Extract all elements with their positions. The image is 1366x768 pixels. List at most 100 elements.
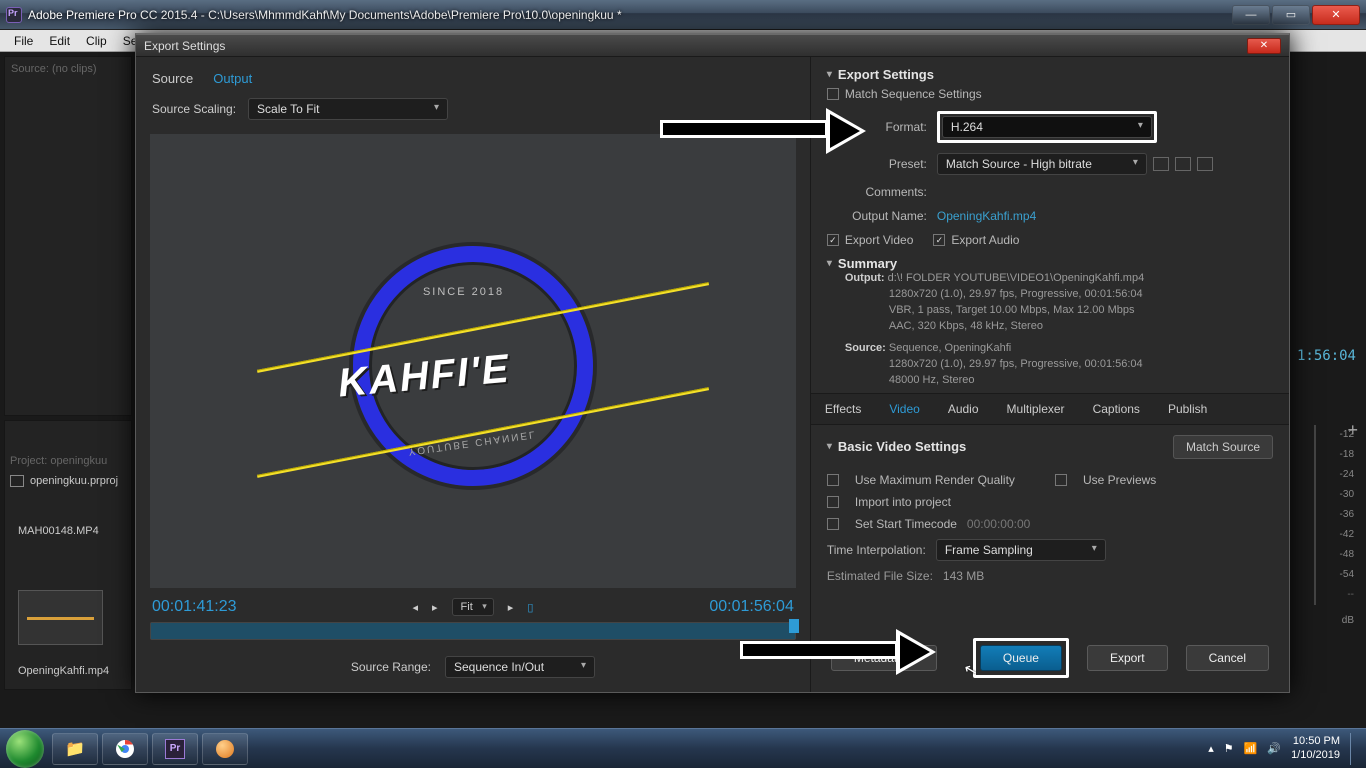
tab-multiplexer[interactable]: Multiplexer: [993, 394, 1079, 424]
zoom-fit-value: Fit: [461, 601, 473, 613]
source-range-value: Sequence In/Out: [454, 660, 544, 674]
sequence-duration: 1:56:04: [1297, 348, 1356, 364]
db-tick: -24: [1314, 465, 1354, 485]
basic-video-header[interactable]: Basic Video Settings: [827, 439, 966, 454]
use-previews-checkbox[interactable]: [1055, 474, 1067, 486]
summary-block: Output: d:\! FOLDER YOUTUBE\VIDEO1\Openi…: [827, 271, 1273, 389]
source-range-dropdown[interactable]: Sequence In/Out: [445, 656, 595, 678]
export-video-checkbox[interactable]: ✓: [827, 234, 839, 246]
dialog-titlebar[interactable]: Export Settings ✕: [136, 35, 1289, 57]
tray-chevron-icon[interactable]: ▴: [1208, 742, 1214, 755]
import-project-checkbox[interactable]: [827, 496, 839, 508]
tab-source[interactable]: Source: [152, 71, 193, 86]
step-back-icon[interactable]: ◂: [412, 601, 418, 614]
import-project-label: Import into project: [855, 495, 951, 509]
play-icon[interactable]: ▸: [432, 601, 438, 614]
match-source-button[interactable]: Match Source: [1173, 435, 1273, 459]
window-close-button[interactable]: ✕: [1312, 5, 1360, 25]
window-maximize-button[interactable]: ▭: [1272, 5, 1310, 25]
taskbar-media-icon[interactable]: [202, 733, 248, 765]
tray-time: 10:50 PM: [1291, 735, 1340, 748]
max-render-label: Use Maximum Render Quality: [855, 473, 1015, 487]
audio-meter: -12 -18 -24 -30 -36 -42 -48 -54 -- dB: [1314, 425, 1354, 631]
window-minimize-button[interactable]: —: [1232, 5, 1270, 25]
delete-preset-icon[interactable]: [1197, 157, 1213, 171]
save-preset-icon[interactable]: [1153, 157, 1169, 171]
window-titlebar: Adobe Premiere Pro CC 2015.4 - C:\Users\…: [0, 0, 1366, 30]
tab-publish[interactable]: Publish: [1154, 394, 1221, 424]
format-label: Format:: [827, 120, 927, 134]
interpolation-label: Time Interpolation:: [827, 543, 926, 557]
summary-header-text: Summary: [838, 256, 897, 271]
max-render-checkbox[interactable]: [827, 474, 839, 486]
export-settings-header-text: Export Settings: [838, 67, 934, 82]
windows-taskbar: 📁 Pr ▴ ⚑ 📶 🔊 10:50 PM 1/10/2019: [0, 728, 1366, 768]
zoom-fit-dropdown[interactable]: Fit: [452, 598, 494, 616]
format-dropdown[interactable]: H.264: [942, 116, 1152, 138]
tray-volume-icon[interactable]: 🔊: [1267, 742, 1281, 755]
start-button[interactable]: [6, 730, 44, 768]
output-name-link[interactable]: OpeningKahfi.mp4: [937, 209, 1036, 223]
project-clip-1[interactable]: MAH00148.MP4: [18, 525, 99, 537]
dialog-title: Export Settings: [144, 39, 225, 53]
format-highlight-annotation: H.264: [937, 111, 1157, 143]
crop-icon[interactable]: ▯: [527, 601, 533, 614]
settings-tab-strip: Effects Video Audio Multiplexer Captions…: [811, 393, 1289, 425]
start-tc-checkbox[interactable]: [827, 518, 839, 530]
preview-timeline[interactable]: [150, 622, 796, 640]
tray-flag-icon[interactable]: ⚑: [1224, 742, 1234, 755]
source-scaling-dropdown[interactable]: Scale To Fit: [248, 98, 448, 120]
cancel-button[interactable]: Cancel: [1186, 645, 1269, 671]
tray-date: 1/10/2019: [1291, 749, 1340, 762]
interpolation-dropdown[interactable]: Frame Sampling: [936, 539, 1106, 561]
project-file-name[interactable]: openingkuu.prproj: [30, 475, 118, 487]
estimated-size-value: 143 MB: [943, 569, 984, 583]
basic-video-header-text: Basic Video Settings: [838, 439, 966, 454]
tab-effects[interactable]: Effects: [811, 394, 875, 424]
taskbar-chrome-icon[interactable]: [102, 733, 148, 765]
menu-clip[interactable]: Clip: [78, 34, 115, 48]
db-tick: -54: [1314, 565, 1354, 585]
show-desktop-button[interactable]: [1350, 733, 1358, 765]
export-audio-checkbox[interactable]: ✓: [933, 234, 945, 246]
tab-output[interactable]: Output: [213, 71, 252, 86]
menu-edit[interactable]: Edit: [41, 34, 78, 48]
menu-file[interactable]: File: [6, 34, 41, 48]
export-settings-header[interactable]: Export Settings: [827, 67, 1273, 82]
db-tick: -48: [1314, 545, 1354, 565]
preview-monitor: SINCE 2018 KAHFI'E YOUTUBE CHANNEL: [150, 134, 796, 588]
source-panel: Source: (no clips): [4, 56, 132, 416]
tray-clock[interactable]: 10:50 PM 1/10/2019: [1291, 735, 1340, 761]
match-sequence-checkbox[interactable]: [827, 88, 839, 100]
project-panel-label: Project: openingkuu: [10, 455, 107, 467]
db-tick: --: [1314, 585, 1354, 605]
import-preset-icon[interactable]: [1175, 157, 1191, 171]
taskbar-premiere-icon[interactable]: Pr: [152, 733, 198, 765]
tray-network-icon[interactable]: 📶: [1244, 742, 1258, 755]
metadata-button[interactable]: Metadata...: [831, 645, 937, 671]
format-value: H.264: [951, 120, 983, 134]
start-tc-value[interactable]: 00:00:00:00: [967, 517, 1030, 531]
project-clip-2[interactable]: OpeningKahfi.mp4: [18, 665, 109, 677]
export-video-label: Export Video: [845, 233, 914, 247]
preview-current-time[interactable]: 00:01:41:23: [152, 598, 237, 616]
step-forward-icon[interactable]: ▸: [508, 601, 514, 614]
source-scaling-label: Source Scaling:: [152, 102, 236, 116]
db-tick: -36: [1314, 505, 1354, 525]
playhead-icon[interactable]: [789, 619, 799, 633]
preview-duration[interactable]: 00:01:56:04: [709, 598, 794, 616]
summary-header[interactable]: Summary: [827, 256, 1273, 271]
taskbar-explorer-icon[interactable]: 📁: [52, 733, 98, 765]
tab-video[interactable]: Video: [875, 394, 933, 424]
queue-button[interactable]: Queue: [980, 645, 1062, 671]
export-settings-dialog: Export Settings ✕ Source Output Source S…: [135, 33, 1290, 693]
preset-dropdown[interactable]: Match Source - High bitrate: [937, 153, 1147, 175]
dialog-close-button[interactable]: ✕: [1247, 38, 1281, 54]
output-name-label: Output Name:: [827, 209, 927, 223]
comments-label: Comments:: [827, 185, 927, 199]
export-button[interactable]: Export: [1087, 645, 1168, 671]
clip-thumbnail[interactable]: [18, 590, 103, 645]
tab-audio[interactable]: Audio: [934, 394, 993, 424]
tab-captions[interactable]: Captions: [1079, 394, 1154, 424]
premiere-app-icon: [6, 7, 22, 23]
